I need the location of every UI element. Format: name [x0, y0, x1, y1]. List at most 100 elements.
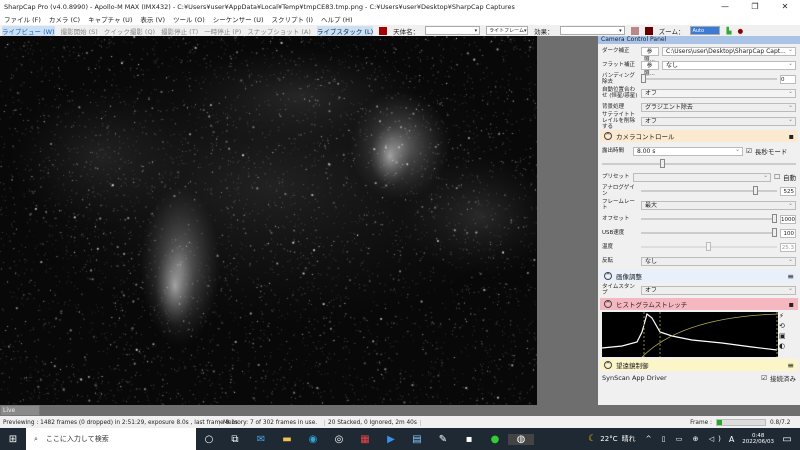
- zoom-app-icon[interactable]: ▶: [378, 434, 404, 445]
- live-image-viewer[interactable]: [0, 36, 537, 405]
- offset-value[interactable]: 1000: [780, 214, 796, 224]
- banding-value[interactable]: 0: [780, 74, 796, 84]
- menu-help[interactable]: ヘルプ (H): [321, 14, 353, 24]
- gain-slider[interactable]: [641, 186, 777, 195]
- windows-start-icon[interactable]: ⊞: [0, 434, 26, 445]
- histogram-icon[interactable]: ▙: [726, 27, 731, 35]
- weather-text[interactable]: 晴れ: [622, 434, 636, 444]
- image-controls-section[interactable]: ^ 画像調整 ≡: [600, 270, 798, 282]
- live-stack-button[interactable]: ライブスタック (L): [316, 25, 374, 36]
- file-explorer-icon[interactable]: ▬: [274, 434, 300, 445]
- edge-icon[interactable]: ◉: [300, 434, 326, 445]
- offset-label: オフセット: [602, 216, 630, 222]
- cortana-icon[interactable]: ○: [196, 434, 222, 445]
- close-button[interactable]: ✕: [770, 0, 800, 13]
- satellite-select[interactable]: オフ: [641, 116, 796, 126]
- color-icon[interactable]: [630, 26, 639, 35]
- banding-slider[interactable]: [641, 74, 777, 83]
- live-view-button[interactable]: ライブビュー (W): [2, 25, 55, 36]
- menu-icon[interactable]: ▪: [789, 132, 794, 141]
- target-label: 天体名：: [393, 27, 420, 36]
- zoom-select[interactable]: Auto: [690, 26, 721, 35]
- mail-icon[interactable]: ✉: [248, 434, 274, 445]
- timestamp-select[interactable]: オフ: [641, 285, 796, 295]
- menu-file[interactable]: ファイル (F): [4, 14, 41, 24]
- app-icon[interactable]: ◎: [326, 434, 352, 445]
- zoom-tool-icon[interactable]: ●: [737, 27, 743, 35]
- store-icon[interactable]: ▦: [352, 434, 378, 445]
- histogram-section[interactable]: ^ ヒストグラムストレッチ ▪: [600, 298, 798, 310]
- exposure-slider[interactable]: [602, 159, 796, 168]
- auto-label: 自動: [783, 174, 796, 182]
- task-view-icon[interactable]: ⧉: [222, 434, 248, 445]
- start-capture-button[interactable]: 撮影開始 (S): [61, 26, 98, 36]
- flat-row: フラット補正 参照... なし: [598, 58, 800, 77]
- save-icon[interactable]: ▣: [779, 332, 788, 340]
- flat-browse-button[interactable]: 参照...: [641, 60, 659, 77]
- offset-slider[interactable]: [641, 214, 777, 223]
- long-mode-checkbox[interactable]: ☑: [746, 147, 752, 155]
- preset-select[interactable]: [633, 172, 772, 182]
- reticle-icon[interactable]: [644, 26, 653, 35]
- collapse-icon[interactable]: ^: [604, 300, 612, 308]
- sharpcap-icon-1[interactable]: ▪: [456, 434, 482, 445]
- flip-select[interactable]: なし: [641, 256, 796, 266]
- menu-icon[interactable]: ≡: [787, 272, 794, 281]
- effect-select[interactable]: ▾: [559, 26, 625, 35]
- weather-temp[interactable]: 22°C: [600, 435, 617, 443]
- quick-capture-button[interactable]: クイック撮影 (Q): [104, 26, 155, 36]
- collapse-icon[interactable]: ^: [604, 132, 612, 140]
- menu-capture[interactable]: キャプチャ (U): [88, 14, 132, 24]
- tray-icons[interactable]: ^ ▯ ▭ ⊕ ◁): [646, 435, 725, 443]
- menu-camera[interactable]: カメラ (C): [49, 14, 80, 24]
- app-icon-2[interactable]: ▤: [404, 434, 430, 445]
- auto-checkbox[interactable]: ☐: [774, 173, 780, 181]
- background-select[interactable]: グラジエント除去: [641, 102, 796, 112]
- menu-tools[interactable]: ツール (O): [173, 14, 205, 24]
- collapse-icon[interactable]: ^: [604, 272, 612, 280]
- collapse-icon[interactable]: ^: [604, 361, 612, 369]
- frame-type-select[interactable]: ライトフレーム ▾: [486, 26, 529, 35]
- target-combo[interactable]: ▾: [425, 26, 481, 35]
- record-icon[interactable]: [379, 26, 388, 35]
- ime-indicator[interactable]: A: [729, 435, 734, 444]
- mount-section[interactable]: ^ 望遠鏡制御 ≡: [600, 359, 798, 371]
- app-icon-3[interactable]: ✎: [430, 434, 456, 445]
- pause-button[interactable]: 一時停止 (P): [204, 26, 241, 36]
- weather-icon[interactable]: ☾: [588, 434, 596, 444]
- exposure-slider-row: [598, 158, 800, 170]
- menu-scripting[interactable]: スクリプト (I): [271, 14, 313, 24]
- menu-sequencer[interactable]: シーケンサー (U): [213, 14, 264, 24]
- sharpcap-icon[interactable]: ◍: [508, 433, 534, 445]
- align-select[interactable]: オフ: [641, 88, 796, 98]
- minimize-button[interactable]: —: [710, 0, 740, 13]
- usb-value[interactable]: 100: [780, 228, 796, 238]
- gain-value[interactable]: 525: [780, 186, 796, 196]
- exposure-input[interactable]: 8.00 s: [633, 146, 743, 156]
- stop-capture-button[interactable]: 撮影停止 (T): [161, 26, 198, 36]
- contrast-icon[interactable]: ◐: [779, 342, 788, 350]
- taskbar-search[interactable]: ⌕ ここに入力して検索: [26, 428, 196, 450]
- app-icon-4[interactable]: ●: [482, 434, 508, 445]
- usb-slider[interactable]: [641, 228, 777, 237]
- dark-browse-button[interactable]: 参照...: [641, 46, 659, 63]
- restore-button[interactable]: ❐: [740, 0, 770, 13]
- snapshot-button[interactable]: スナップショット (A): [247, 26, 311, 36]
- auto-stretch-icon[interactable]: ⚡: [779, 312, 788, 320]
- background-label: 背景処理: [602, 104, 625, 110]
- flat-select[interactable]: なし: [662, 60, 796, 70]
- menu-icon[interactable]: ▪: [789, 300, 794, 309]
- live-stacking-tab[interactable]: Live Stacking: [0, 405, 40, 424]
- menu-icon[interactable]: ≡: [787, 361, 794, 370]
- menu-view[interactable]: 表示 (V): [140, 14, 165, 24]
- reset-icon[interactable]: ⟲: [779, 322, 788, 330]
- frame-label: Frame :: [690, 419, 712, 426]
- dark-select[interactable]: C:\Users\user\Desktop\SharpCap Capt...: [662, 46, 796, 56]
- camera-control-section[interactable]: ^ カメラコントロール ▪: [600, 130, 798, 142]
- histogram-chart[interactable]: [602, 312, 778, 357]
- clock[interactable]: 0:48 2022/06/03: [742, 433, 774, 445]
- title-bar: SharpCap Pro (v4.0.8990) - Apollo-M MAX …: [0, 0, 800, 13]
- notification-icon[interactable]: ▭: [774, 434, 800, 445]
- connected-checkbox[interactable]: ☑: [761, 374, 767, 382]
- framerate-select[interactable]: 最大: [641, 200, 796, 210]
